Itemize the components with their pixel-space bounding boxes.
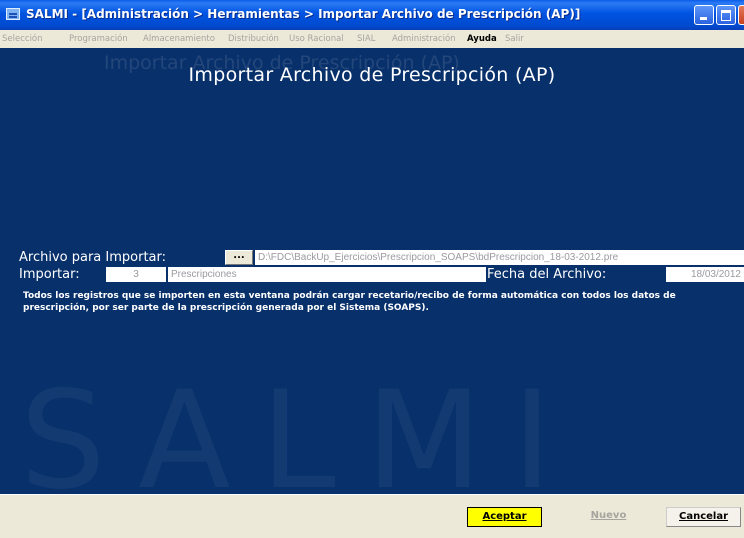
app-icon[interactable] [6,8,20,20]
window-titlebar: SALMI - [Administración > Herramientas >… [0,0,744,30]
new-button: Nuevo [590,510,627,521]
browse-button[interactable]: ... [225,250,253,265]
menu-bar: Selección Programación Almacenamiento Di… [0,30,744,48]
main-panel: Importar Archivo de Prescripción (AP) SA… [0,48,744,494]
page-title: Importar Archivo de Prescripción (AP) [188,64,556,86]
footer-bar: Aceptar Nuevo Cancelar [0,494,744,538]
count-unit-field: Prescripciones [168,267,486,282]
window-title: SALMI - [Administración > Herramientas >… [26,7,581,21]
cancel-button[interactable]: Cancelar [666,507,741,527]
count-field: 3 [106,267,166,282]
menu-seleccion: Selección [2,34,43,44]
accept-button[interactable]: Aceptar [467,507,542,527]
file-label: Archivo para Importar: [19,250,166,265]
maximize-button[interactable] [716,5,736,25]
file-date-field: 18/03/2012 [666,267,744,282]
menu-almacenamiento: Almacenamiento [143,34,215,44]
import-label: Importar: [19,267,80,282]
file-path-field[interactable]: D:\FDC\BackUp_Ejercicios\Prescripcion_SO… [255,250,744,265]
menu-uso-racional: Uso Racional [289,34,344,44]
menu-salir: Salir [505,34,524,44]
menu-sial: SIAL [357,34,376,44]
menu-distribucion: Distribución [228,34,279,44]
file-date-label: Fecha del Archivo: [487,267,607,282]
menu-ayuda[interactable]: Ayuda [467,34,497,44]
minimize-button[interactable] [694,5,714,25]
import-row: Importar: 3 Prescripciones Fecha del Arc… [17,267,744,282]
watermark-logo: SALMI [20,362,583,494]
close-button[interactable] [738,5,744,25]
menu-programacion: Programación [69,34,128,44]
info-note: Todos los registros que se importen en e… [23,291,676,313]
menu-administracion: Administración [392,34,456,44]
file-row: Archivo para Importar: ... D:\FDC\BackUp… [17,250,744,265]
